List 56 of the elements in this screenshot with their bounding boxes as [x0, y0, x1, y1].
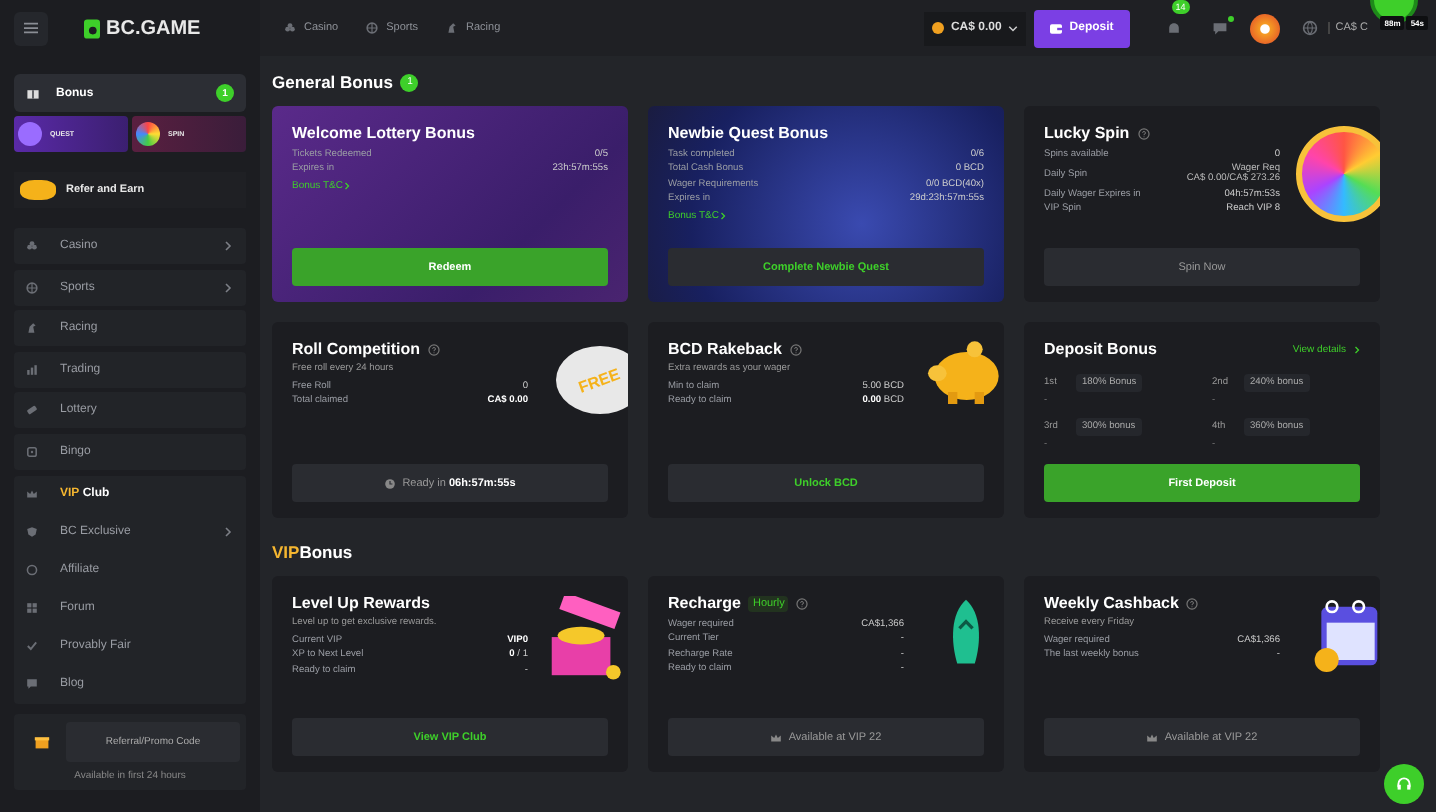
card-title: Roll Competition — [292, 340, 420, 358]
chevron-right-icon — [1354, 345, 1360, 353]
wallet-icon — [1049, 23, 1062, 33]
card-title: Level Up Rewards — [292, 594, 430, 612]
logo-icon — [84, 17, 100, 39]
ticket-icon — [26, 404, 38, 416]
section-title: General Bonus — [272, 72, 393, 92]
globe-icon[interactable] — [1301, 20, 1318, 36]
piggy-bank-drawing — [924, 338, 1004, 406]
card-title: Welcome Lottery Bonus — [292, 124, 475, 142]
shield-icon — [26, 526, 38, 538]
card-title: Weekly Cashback — [1044, 594, 1179, 612]
help-icon[interactable] — [1137, 127, 1150, 139]
chart-icon — [26, 363, 38, 375]
ball-icon — [366, 22, 379, 34]
circle-icon — [26, 564, 38, 576]
horse-icon — [26, 322, 38, 334]
clover-icon — [284, 22, 296, 34]
prize-wheel-drawing — [1296, 126, 1380, 222]
section-title: VIPBonus — [272, 542, 353, 562]
help-icon[interactable] — [796, 597, 809, 609]
coin-icon — [932, 22, 945, 34]
card-title: BCD Rakeback — [668, 340, 782, 358]
dice-icon — [26, 445, 38, 457]
crown-icon — [770, 731, 783, 743]
horse-icon — [446, 22, 459, 34]
grid-icon — [26, 602, 38, 614]
card-title: Newbie Quest Bonus — [668, 124, 829, 142]
help-icon[interactable] — [789, 343, 802, 355]
card-title: Recharge — [668, 594, 741, 612]
chevron-right-icon — [224, 240, 232, 252]
support-button[interactable] — [1384, 764, 1424, 804]
avatar[interactable] — [1249, 13, 1280, 43]
bell-icon[interactable] — [1165, 20, 1182, 36]
headset-icon — [1396, 776, 1412, 792]
chevron-right-icon — [224, 281, 232, 293]
chevron-right-icon — [224, 526, 232, 538]
menu-button[interactable] — [14, 11, 48, 45]
chevron-right-icon — [720, 212, 727, 221]
crown-icon — [1146, 731, 1159, 743]
menu-icon — [24, 22, 38, 34]
help-icon[interactable] — [1186, 597, 1199, 609]
clock-icon — [384, 477, 397, 489]
brand-name: BC.GAME — [106, 17, 201, 39]
help-icon[interactable] — [428, 343, 440, 355]
chat-bubble-icon — [26, 678, 38, 690]
egg-drawing: FREE — [556, 346, 628, 414]
chevron-right-icon — [344, 182, 351, 191]
clover-icon — [26, 240, 38, 252]
check-icon — [26, 640, 38, 652]
card-title: Lucky Spin — [1044, 124, 1130, 142]
card-title: Deposit Bonus — [1044, 340, 1157, 358]
ball-icon — [26, 281, 38, 293]
chat-bubble-icon[interactable] — [1211, 20, 1228, 36]
crown-icon — [26, 488, 38, 500]
caret-icon — [1007, 25, 1018, 31]
